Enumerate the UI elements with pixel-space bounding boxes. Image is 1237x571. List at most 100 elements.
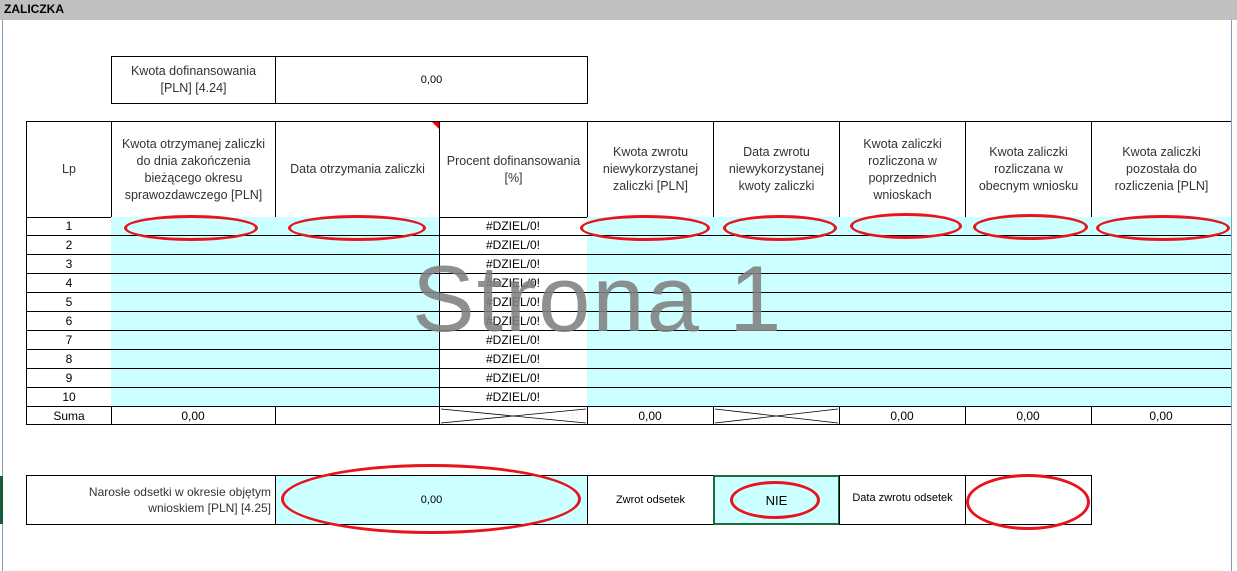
row-pozostala[interactable] bbox=[1091, 217, 1231, 236]
row-procent: #DZIEL/0! bbox=[439, 369, 588, 388]
row-data-otrzymania[interactable] bbox=[275, 331, 440, 350]
row-data-otrzymania[interactable] bbox=[275, 312, 440, 331]
row-data-otrzymania[interactable] bbox=[275, 369, 440, 388]
row-rozliczona-poprzednie[interactable] bbox=[839, 274, 966, 293]
row-procent: #DZIEL/0! bbox=[439, 350, 588, 369]
row-kwota-otrzymanej[interactable] bbox=[111, 236, 276, 255]
row-kwota-otrzymanej[interactable] bbox=[111, 350, 276, 369]
table-row: 2 #DZIEL/0! bbox=[26, 236, 1231, 255]
row-pozostala[interactable] bbox=[1091, 236, 1231, 255]
row-pozostala[interactable] bbox=[1091, 388, 1231, 407]
odsetki-label: Narosłe odsetki w okresie objętym wniosk… bbox=[26, 475, 276, 525]
row-data-zwrotu[interactable] bbox=[713, 350, 840, 369]
row-pozostala[interactable] bbox=[1091, 293, 1231, 312]
row-kwota-otrzymanej[interactable] bbox=[111, 388, 276, 407]
row-data-zwrotu[interactable] bbox=[713, 388, 840, 407]
row-rozliczona-poprzednie[interactable] bbox=[839, 293, 966, 312]
row-data-zwrotu[interactable] bbox=[713, 217, 840, 236]
table-row: 9 #DZIEL/0! bbox=[26, 369, 1231, 388]
row-lp: 5 bbox=[26, 293, 112, 312]
row-kwota-otrzymanej[interactable] bbox=[111, 217, 276, 236]
row-data-zwrotu[interactable] bbox=[713, 331, 840, 350]
table-row: 4 #DZIEL/0! bbox=[26, 274, 1231, 293]
row-rozliczana-obecny[interactable] bbox=[965, 388, 1092, 407]
row-kwota-otrzymanej[interactable] bbox=[111, 293, 276, 312]
row-kwota-zwrotu[interactable] bbox=[587, 350, 714, 369]
cross-lines bbox=[714, 408, 838, 423]
row-data-otrzymania[interactable] bbox=[275, 236, 440, 255]
row-lp: 10 bbox=[26, 388, 112, 407]
row-kwota-otrzymanej[interactable] bbox=[111, 274, 276, 293]
row-rozliczana-obecny[interactable] bbox=[965, 331, 1092, 350]
row-kwota-otrzymanej[interactable] bbox=[111, 255, 276, 274]
row-kwota-zwrotu[interactable] bbox=[587, 331, 714, 350]
row-rozliczana-obecny[interactable] bbox=[965, 312, 1092, 331]
row-kwota-zwrotu[interactable] bbox=[587, 312, 714, 331]
row-pozostala[interactable] bbox=[1091, 369, 1231, 388]
row-procent: #DZIEL/0! bbox=[439, 236, 588, 255]
row-data-zwrotu[interactable] bbox=[713, 312, 840, 331]
zwrot-odsetek-select[interactable]: NIE bbox=[713, 475, 840, 525]
header-kwota-otrzymanej: Kwota otrzymanej zaliczki do dnia zakońc… bbox=[111, 121, 276, 218]
row-rozliczana-obecny[interactable] bbox=[965, 217, 1092, 236]
kwota-dofinansowania-value[interactable]: 0,00 bbox=[275, 56, 588, 104]
row-lp: 8 bbox=[26, 350, 112, 369]
row-rozliczana-obecny[interactable] bbox=[965, 293, 1092, 312]
row-data-otrzymania[interactable] bbox=[275, 255, 440, 274]
table-row: 3 #DZIEL/0! bbox=[26, 255, 1231, 274]
row-kwota-zwrotu[interactable] bbox=[587, 274, 714, 293]
row-pozostala[interactable] bbox=[1091, 312, 1231, 331]
row-data-zwrotu[interactable] bbox=[713, 255, 840, 274]
row-data-otrzymania[interactable] bbox=[275, 274, 440, 293]
row-rozliczana-obecny[interactable] bbox=[965, 369, 1092, 388]
row-kwota-otrzymanej[interactable] bbox=[111, 312, 276, 331]
sum-row: Suma 0,00 0,00 0,00 0,00 0,00 bbox=[26, 407, 1231, 425]
row-data-otrzymania[interactable] bbox=[275, 350, 440, 369]
row-pozostala[interactable] bbox=[1091, 274, 1231, 293]
row-kwota-otrzymanej[interactable] bbox=[111, 369, 276, 388]
row-kwota-otrzymanej[interactable] bbox=[111, 331, 276, 350]
row-pozostala[interactable] bbox=[1091, 255, 1231, 274]
row-pozostala[interactable] bbox=[1091, 350, 1231, 369]
row-data-zwrotu[interactable] bbox=[713, 293, 840, 312]
row-kwota-zwrotu[interactable] bbox=[587, 217, 714, 236]
row-data-zwrotu[interactable] bbox=[713, 236, 840, 255]
row-rozliczona-poprzednie[interactable] bbox=[839, 331, 966, 350]
sum-rozliczona-poprzednie: 0,00 bbox=[839, 407, 966, 425]
row-pozostala[interactable] bbox=[1091, 331, 1231, 350]
row-kwota-zwrotu[interactable] bbox=[587, 236, 714, 255]
row-rozliczana-obecny[interactable] bbox=[965, 255, 1092, 274]
header-kwota-zwrotu: Kwota zwrotu niewykorzystanej zaliczki [… bbox=[587, 121, 714, 218]
row-rozliczona-poprzednie[interactable] bbox=[839, 312, 966, 331]
row-data-otrzymania[interactable] bbox=[275, 217, 440, 236]
row-rozliczona-poprzednie[interactable] bbox=[839, 217, 966, 236]
row-kwota-zwrotu[interactable] bbox=[587, 388, 714, 407]
data-zwrotu-odsetek-value[interactable] bbox=[965, 475, 1092, 525]
row-rozliczona-poprzednie[interactable] bbox=[839, 255, 966, 274]
row-kwota-zwrotu[interactable] bbox=[587, 293, 714, 312]
header-data-otrzymania: Data otrzymania zaliczki bbox=[275, 121, 440, 218]
sum-data-zwrotu-crossed bbox=[713, 407, 840, 425]
row-data-zwrotu[interactable] bbox=[713, 369, 840, 388]
row-rozliczona-poprzednie[interactable] bbox=[839, 350, 966, 369]
row-rozliczona-poprzednie[interactable] bbox=[839, 236, 966, 255]
row-lp: 1 bbox=[26, 217, 112, 236]
row-data-otrzymania[interactable] bbox=[275, 388, 440, 407]
row-rozliczana-obecny[interactable] bbox=[965, 236, 1092, 255]
row-lp: 2 bbox=[26, 236, 112, 255]
row-rozliczana-obecny[interactable] bbox=[965, 350, 1092, 369]
odsetki-value[interactable]: 0,00 bbox=[275, 475, 588, 525]
row-kwota-zwrotu[interactable] bbox=[587, 255, 714, 274]
row-lp: 7 bbox=[26, 331, 112, 350]
row-procent: #DZIEL/0! bbox=[439, 331, 588, 350]
row-kwota-zwrotu[interactable] bbox=[587, 369, 714, 388]
table-row: 7 #DZIEL/0! bbox=[26, 331, 1231, 350]
row-rozliczona-poprzednie[interactable] bbox=[839, 388, 966, 407]
kwota-dofinansowania-label: Kwota dofinansowania [PLN] [4.24] bbox=[111, 56, 276, 104]
header-procent: Procent dofinansowania [%] bbox=[439, 121, 588, 218]
row-data-zwrotu[interactable] bbox=[713, 274, 840, 293]
row-rozliczona-poprzednie[interactable] bbox=[839, 369, 966, 388]
row-rozliczana-obecny[interactable] bbox=[965, 274, 1092, 293]
row-data-otrzymania[interactable] bbox=[275, 293, 440, 312]
comment-indicator-icon[interactable] bbox=[432, 122, 439, 129]
